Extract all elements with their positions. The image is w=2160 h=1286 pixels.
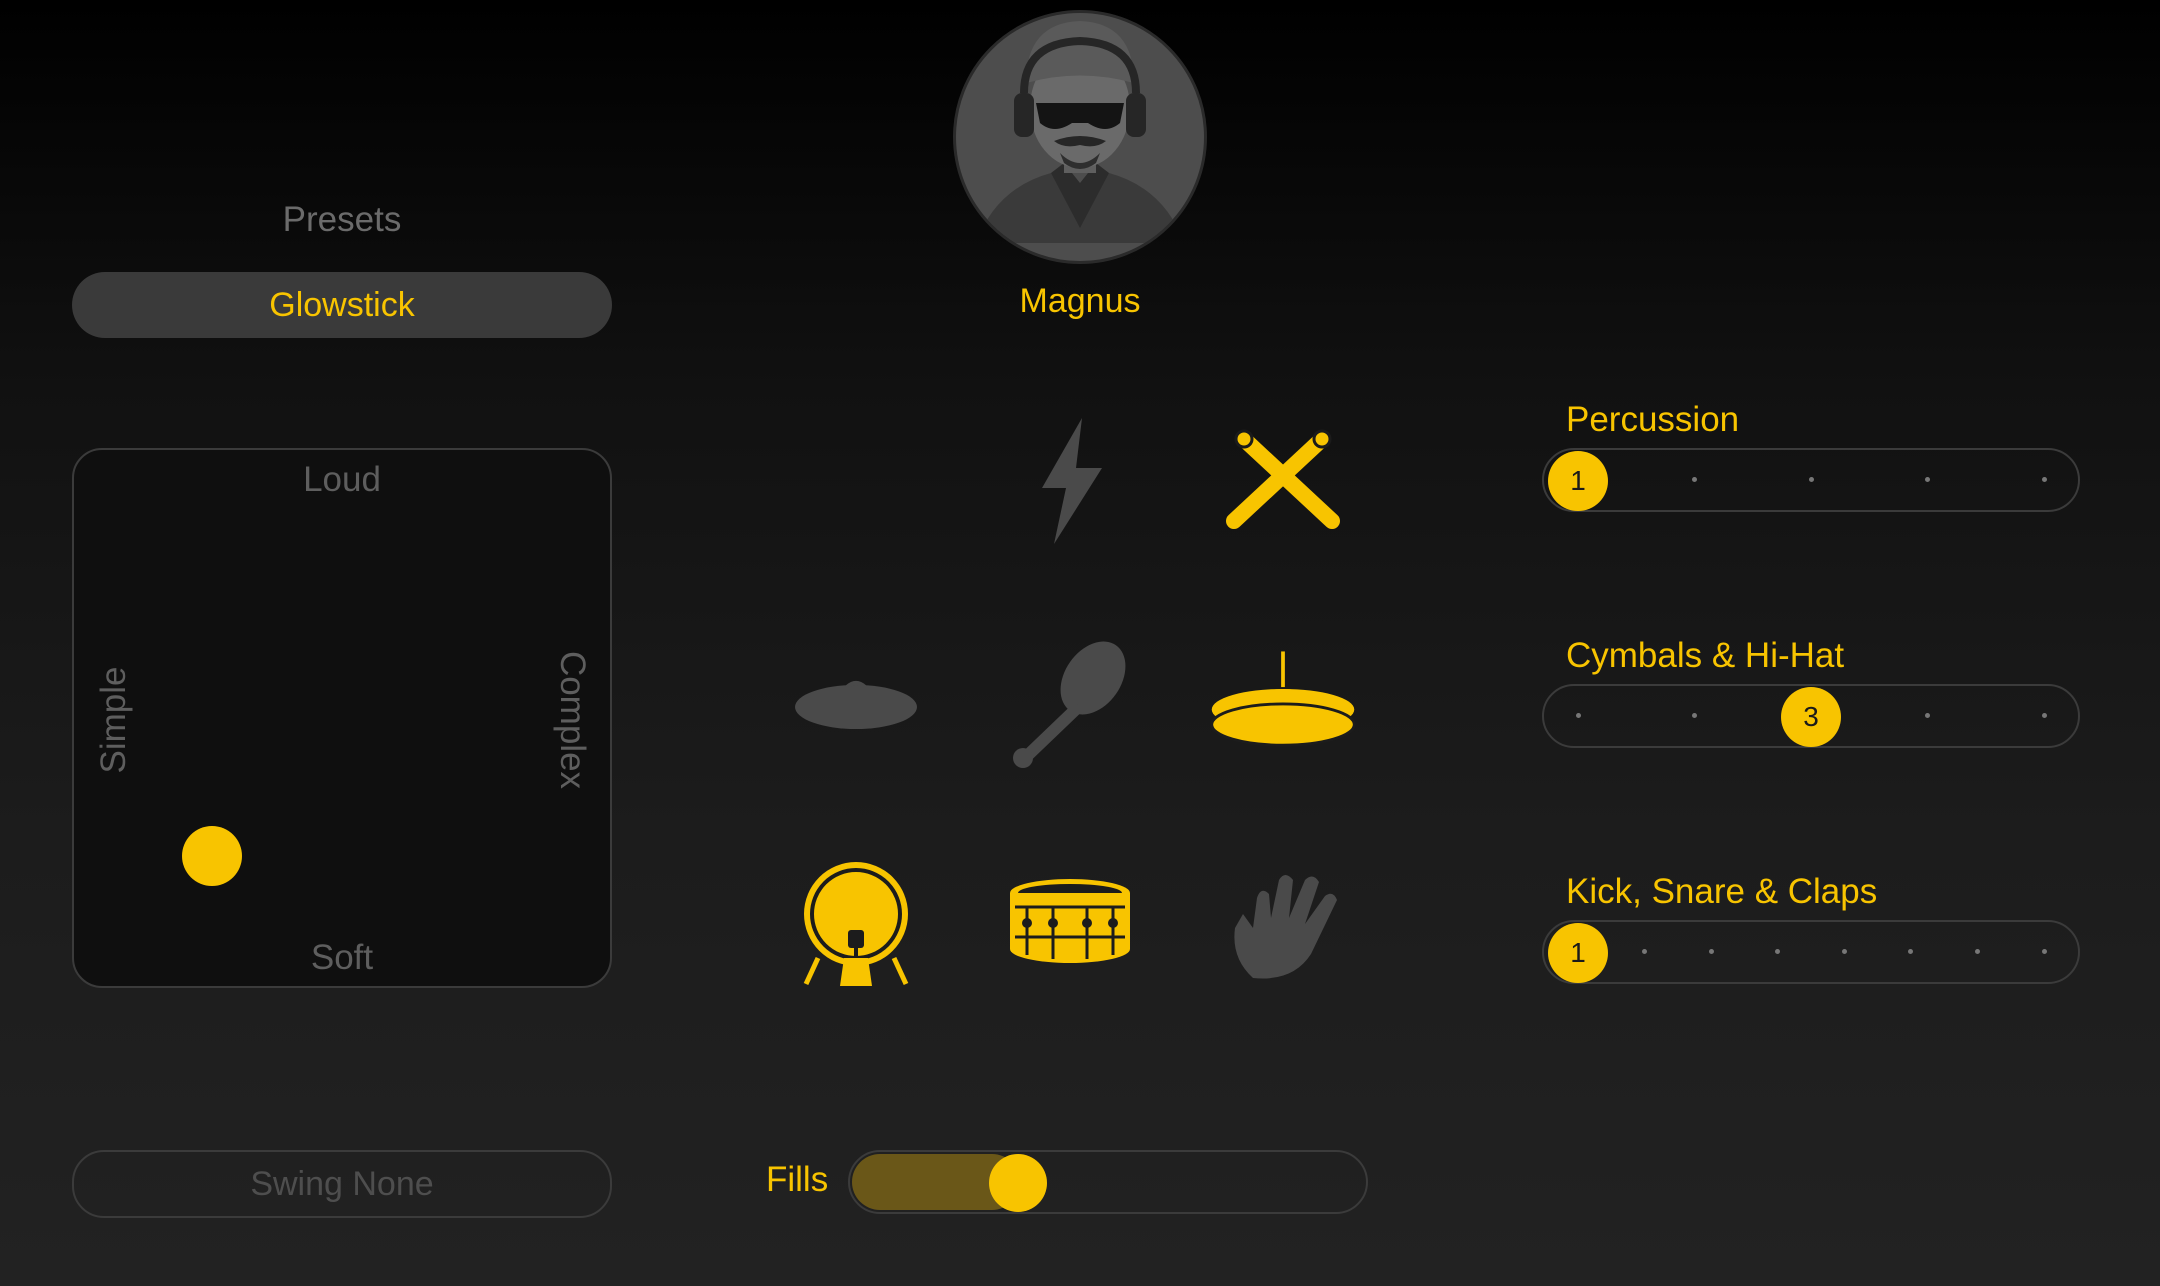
slider-step-dot bbox=[1692, 713, 1697, 718]
lightning-icon[interactable] bbox=[995, 405, 1145, 555]
percussion-label: Percussion bbox=[1566, 400, 1740, 439]
cymbals-hihat-slider[interactable]: 3 bbox=[1542, 684, 2080, 748]
slider-step-dot bbox=[1925, 713, 1930, 718]
kick-snare-claps-slider[interactable]: 1 bbox=[1542, 920, 2080, 984]
hihat-icon[interactable] bbox=[1208, 628, 1358, 778]
pad-complex-label: Complex bbox=[553, 650, 592, 790]
pad-simple-label: Simple bbox=[94, 666, 133, 774]
slider-step-dot bbox=[1925, 477, 1930, 482]
cymbals-hihat-label: Cymbals & Hi-Hat bbox=[1566, 636, 1845, 675]
slider-step-dot bbox=[2041, 477, 2047, 482]
slider-step-dot bbox=[1808, 477, 1814, 482]
crash-cymbal-icon[interactable] bbox=[781, 628, 931, 778]
hand-clap-icon[interactable] bbox=[1208, 848, 1358, 998]
pad-loud-label: Loud bbox=[303, 460, 381, 499]
kick-snare-claps-label: Kick, Snare & Claps bbox=[1566, 872, 1878, 911]
slider-step-dot bbox=[1908, 949, 1914, 954]
percussion-slider[interactable]: 1 bbox=[1542, 448, 2080, 512]
slider-step-dot bbox=[1708, 949, 1714, 954]
slider-step-dot bbox=[2041, 713, 2047, 718]
crossed-sticks-icon[interactable] bbox=[1208, 405, 1358, 555]
complexity-loudness-pad[interactable]: Loud Simple Complex Soft bbox=[72, 448, 612, 988]
slider-step-dot bbox=[1974, 949, 1980, 954]
slider-step-dot bbox=[1692, 477, 1697, 482]
preset-selector-button[interactable]: Glowstick bbox=[72, 272, 612, 338]
slider-knob[interactable]: 3 bbox=[1781, 687, 1841, 747]
slider-step-dot bbox=[2041, 949, 2047, 954]
presets-label: Presets bbox=[282, 200, 402, 239]
snare-drum-icon[interactable] bbox=[995, 848, 1145, 998]
fills-knob[interactable] bbox=[988, 1154, 1047, 1212]
swing-button[interactable]: Swing None bbox=[72, 1150, 612, 1218]
drummer-avatar[interactable] bbox=[953, 10, 1207, 264]
drummer-avatar-icon bbox=[976, 21, 1184, 243]
slider-step-dot bbox=[1575, 713, 1581, 718]
fills-slider[interactable] bbox=[848, 1150, 1368, 1214]
slider-knob[interactable]: 1 bbox=[1548, 451, 1608, 511]
pad-puck[interactable] bbox=[182, 826, 242, 886]
pad-soft-label: Soft bbox=[310, 938, 374, 977]
slider-knob[interactable]: 1 bbox=[1548, 923, 1608, 983]
slider-step-dot bbox=[1841, 949, 1847, 954]
slider-step-dot bbox=[1642, 949, 1648, 954]
slider-step-dot bbox=[1775, 949, 1781, 954]
fills-label: Fills bbox=[766, 1160, 829, 1199]
maraca-icon[interactable] bbox=[995, 628, 1145, 778]
drummer-name: Magnus bbox=[1019, 282, 1141, 320]
kick-drum-icon[interactable] bbox=[781, 848, 931, 998]
